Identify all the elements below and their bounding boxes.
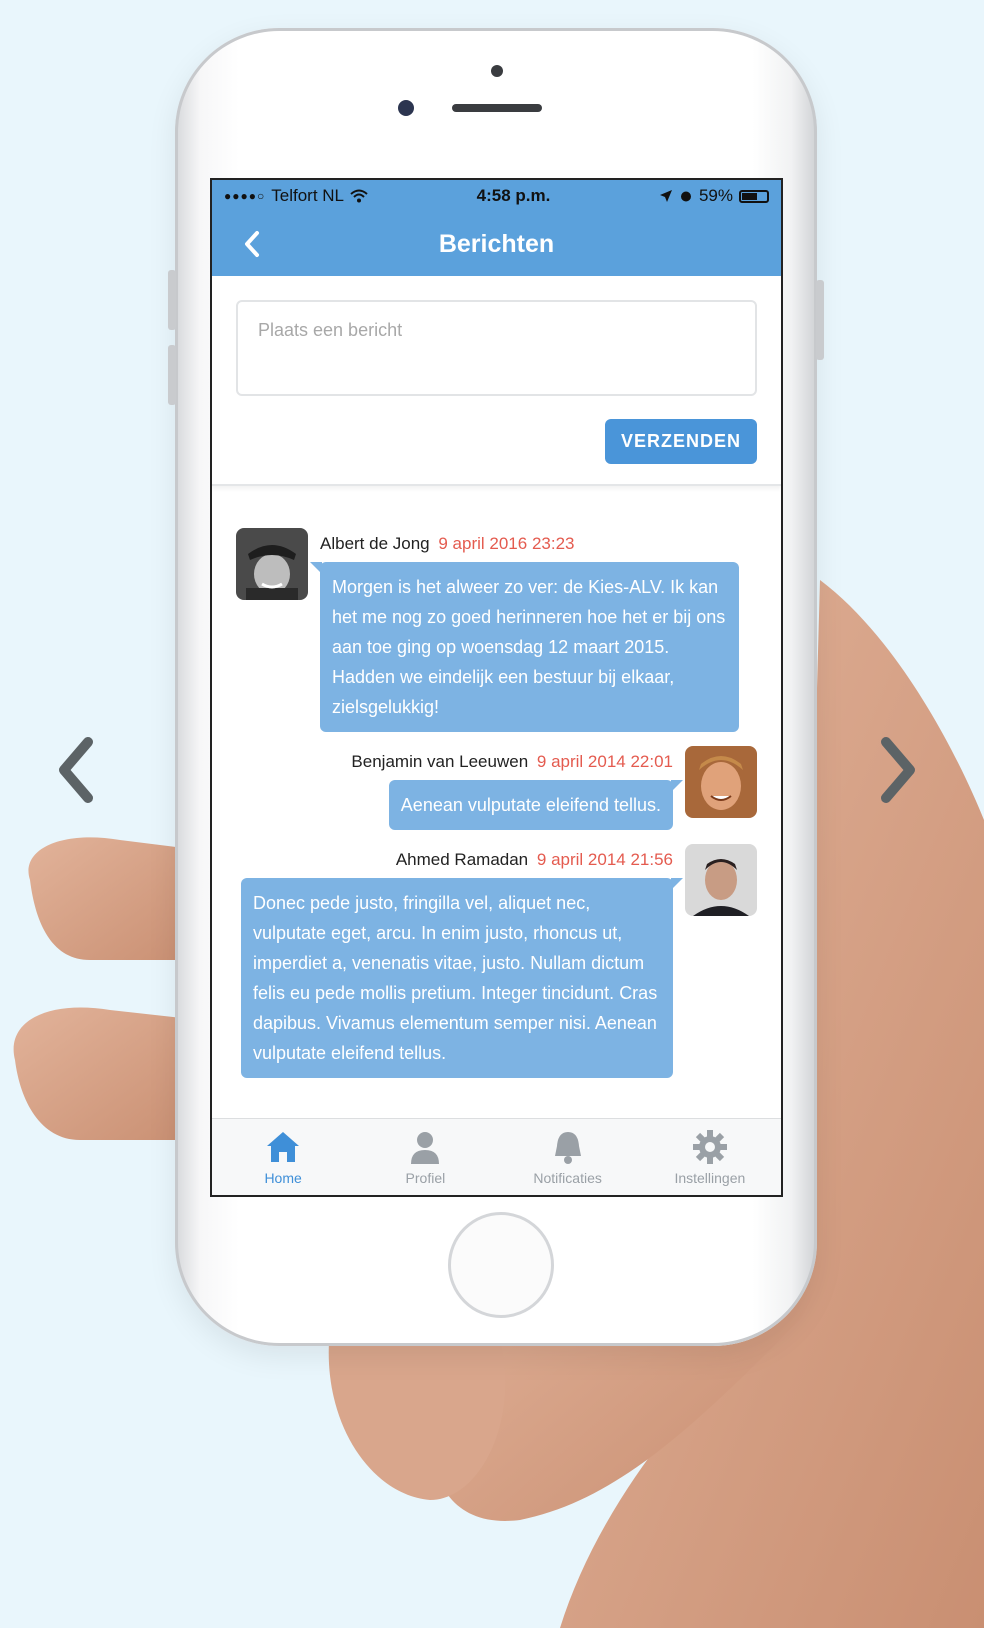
message-bubble: Aenean vulputate eleifend tellus. — [388, 780, 684, 830]
message-timestamp: 9 april 2016 23:23 — [438, 534, 575, 553]
earpiece-speaker — [452, 104, 542, 112]
status-time: 4:58 p.m. — [476, 186, 551, 205]
gear-icon — [692, 1130, 727, 1164]
signal-icon: ●●●●○ — [224, 189, 266, 203]
avatar[interactable] — [685, 746, 757, 818]
tab-instellingen[interactable]: Instellingen — [639, 1119, 781, 1195]
volume-up-button — [168, 270, 176, 330]
message-item: Ahmed Ramadan 9 april 2014 21:56 Donec p… — [236, 844, 757, 1078]
tab-bar: Home Profiel Notificaties Instellingen — [212, 1118, 781, 1195]
proximity-sensor — [491, 65, 503, 77]
wifi-icon — [350, 189, 368, 203]
back-button[interactable] — [234, 226, 270, 262]
message-meta: Benjamin van Leeuwen 9 april 2014 22:01 — [351, 752, 673, 772]
message-meta: Ahmed Ramadan 9 april 2014 21:56 — [396, 850, 673, 870]
chevron-left-icon — [245, 231, 259, 257]
tab-label: Notificaties — [533, 1170, 602, 1186]
tab-label: Instellingen — [674, 1170, 746, 1186]
app-screen: ●●●●○ Telfort NL 4:58 p.m. 59% Berichten… — [210, 178, 783, 1197]
avatar[interactable] — [236, 528, 308, 600]
carrier-name: Telfort NL — [271, 186, 344, 205]
avatar-albert — [236, 528, 308, 600]
avatar-benjamin — [685, 746, 757, 818]
send-button[interactable]: VERZENDEN — [604, 419, 757, 464]
message-author[interactable]: Benjamin van Leeuwen — [351, 752, 528, 771]
user-icon — [411, 1132, 440, 1164]
avatar[interactable] — [685, 844, 757, 916]
battery-percent: 59% — [698, 186, 733, 205]
volume-down-button — [168, 345, 176, 405]
bell-icon — [554, 1132, 581, 1164]
message-item: Albert de Jong 9 april 2016 23:23 Morgen… — [236, 528, 757, 732]
carousel-next-button[interactable] — [866, 730, 926, 810]
tab-label: Profiel — [405, 1170, 446, 1186]
carousel-prev-button[interactable] — [50, 730, 110, 810]
message-author[interactable]: Ahmed Ramadan — [396, 850, 528, 869]
message-meta: Albert de Jong 9 april 2016 23:23 — [320, 534, 574, 554]
compose-panel: VERZENDEN — [212, 276, 781, 486]
location-icon — [659, 190, 672, 202]
front-camera — [398, 100, 414, 116]
product-showcase: ●●●●○ Telfort NL 4:58 p.m. 59% Berichten… — [0, 0, 984, 1628]
battery-icon — [738, 189, 769, 203]
status-bar: ●●●●○ Telfort NL 4:58 p.m. 59% — [212, 180, 781, 212]
navigation-bar: Berichten — [212, 212, 781, 276]
tab-profiel[interactable]: Profiel — [354, 1119, 496, 1195]
alarm-icon — [680, 191, 691, 202]
message-author[interactable]: Albert de Jong — [320, 534, 430, 553]
power-button — [816, 280, 824, 360]
chevron-right-icon — [881, 737, 915, 803]
chevron-left-icon — [59, 737, 93, 803]
tab-notificaties[interactable]: Notificaties — [497, 1119, 639, 1195]
avatar-ahmed — [685, 844, 757, 916]
home-button[interactable] — [448, 1212, 554, 1318]
home-icon — [267, 1132, 300, 1162]
message-input[interactable] — [236, 300, 757, 396]
page-title: Berichten — [438, 229, 555, 258]
tab-home[interactable]: Home — [212, 1119, 354, 1195]
message-timestamp: 9 april 2014 21:56 — [536, 850, 673, 869]
message-bubble: Morgen is het alweer zo ver: de Kies-ALV… — [310, 562, 739, 732]
message-bubble: Donec pede justo, fringilla vel, aliquet… — [241, 878, 683, 1078]
message-item: Benjamin van Leeuwen 9 april 2014 22:01 … — [236, 746, 757, 830]
tab-label: Home — [264, 1170, 302, 1186]
message-timestamp: 9 april 2014 22:01 — [536, 752, 673, 771]
message-feed: Albert de Jong 9 april 2016 23:23 Morgen… — [212, 486, 781, 1078]
